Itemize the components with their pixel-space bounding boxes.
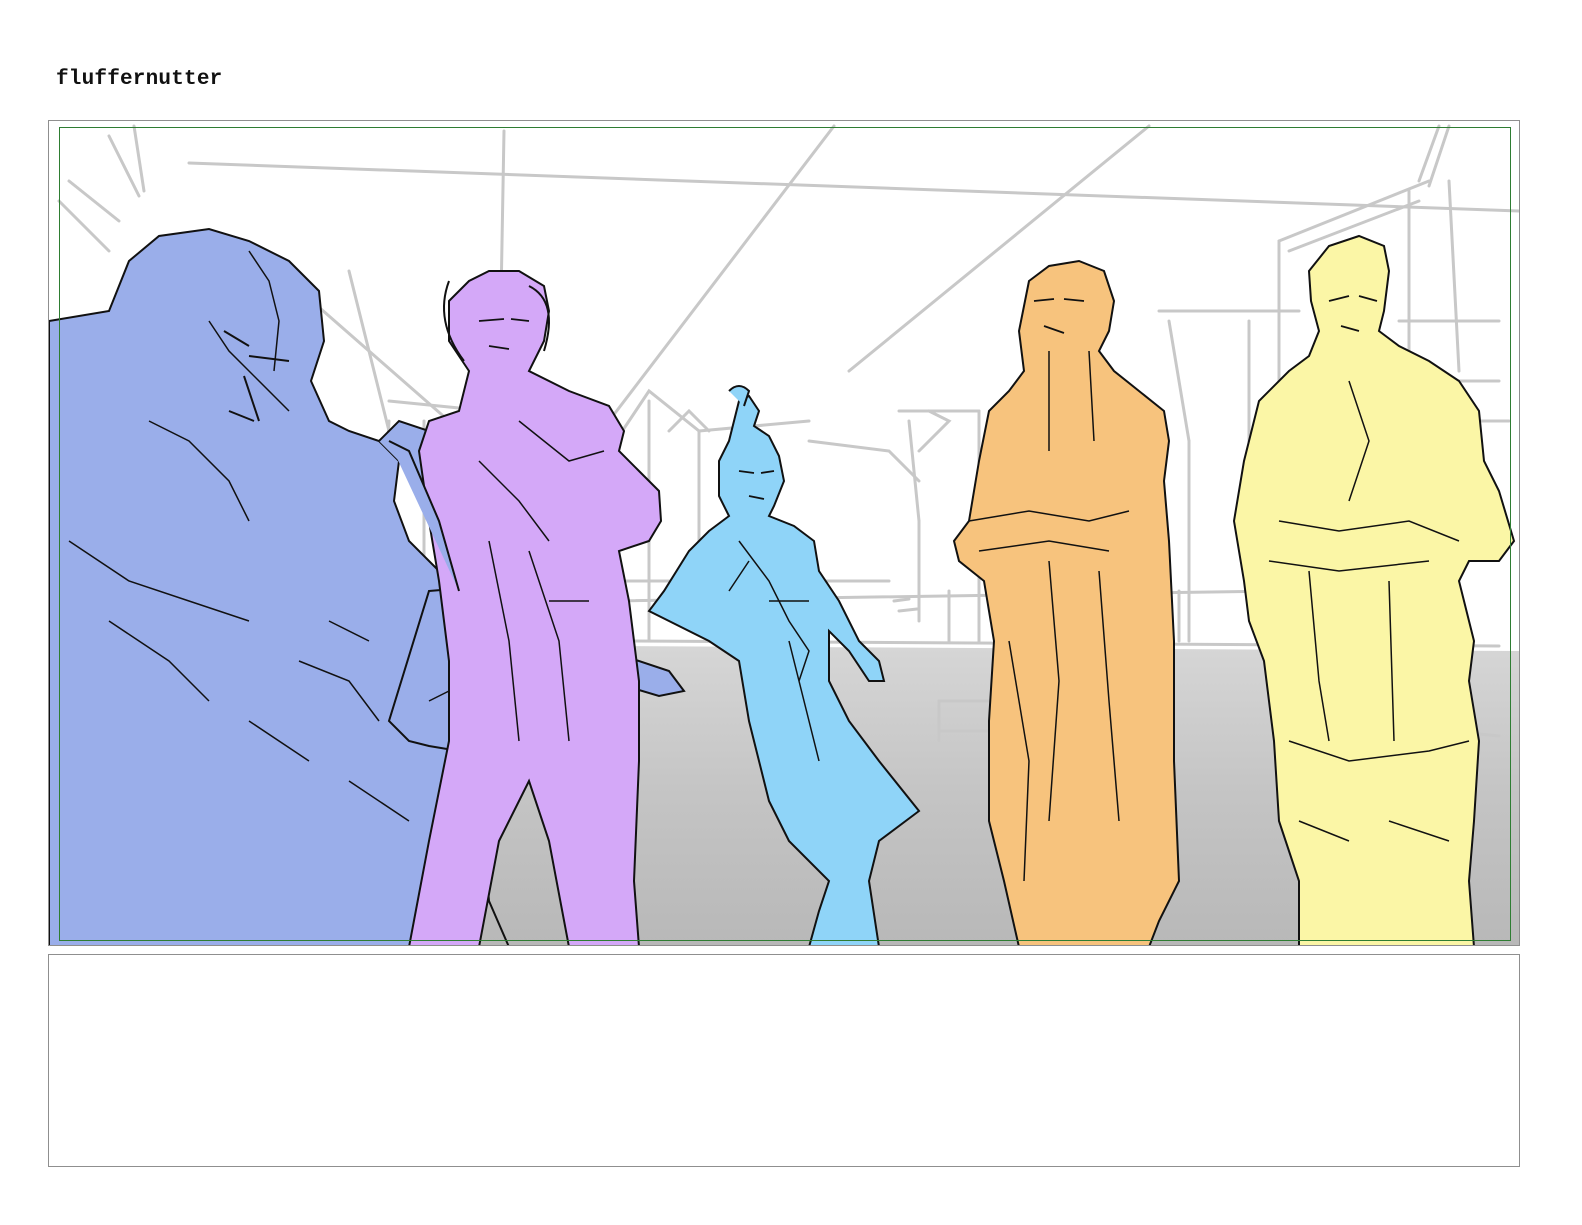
page-title: fluffernutter: [56, 68, 223, 91]
storyboard-panel: [48, 120, 1520, 946]
storyboard-drawing: [49, 124, 1519, 945]
notes-panel: [48, 954, 1520, 1167]
